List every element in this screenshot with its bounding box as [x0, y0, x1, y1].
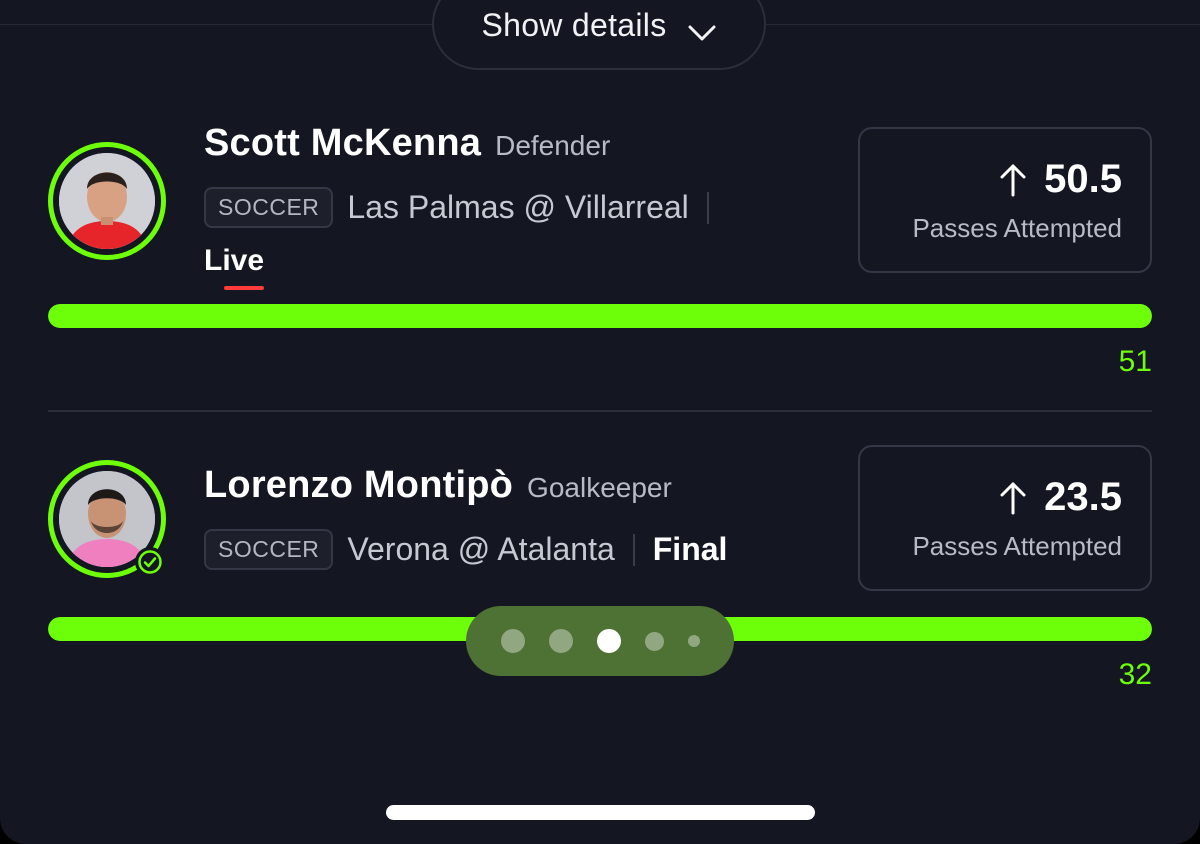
show-details-button[interactable]: Show details — [432, 0, 766, 70]
actual-value: 32 — [1118, 658, 1152, 691]
arrow-up-icon — [1000, 482, 1026, 514]
player-name-row: Scott McKenna Defender — [204, 122, 610, 165]
stat-type: Passes Attempted — [912, 531, 1122, 561]
game-matchup: Las Palmas @ Villarreal — [347, 189, 689, 225]
chevron-down-icon — [688, 25, 716, 41]
meta-separator — [706, 191, 709, 224]
line-value-row: 23.5 — [998, 475, 1122, 520]
page-dot-2[interactable] — [548, 629, 573, 653]
player-name[interactable]: Lorenzo Montipò — [204, 464, 513, 507]
player-photo — [59, 153, 155, 249]
check-circle-icon — [135, 547, 165, 577]
game-meta-row: SOCCER Verona @ Atalanta Final — [204, 529, 727, 570]
player-avatar-mckenna — [48, 142, 166, 260]
meta-separator — [632, 533, 635, 566]
player-name-row: Lorenzo Montipò Goalkeeper — [204, 464, 672, 507]
pick-line-box[interactable]: 23.5 Passes Attempted — [858, 445, 1152, 591]
show-details-label: Show details — [481, 7, 667, 43]
line-value: 50.5 — [1044, 157, 1122, 201]
progress-bar — [48, 304, 1152, 328]
game-status-live: Live — [204, 244, 265, 277]
player-position: Goalkeeper — [527, 472, 672, 503]
live-indicator — [224, 286, 264, 290]
page-dot-1[interactable] — [500, 629, 525, 653]
line-value-row: 50.5 — [998, 157, 1122, 202]
player-headshot-image — [59, 153, 155, 249]
line-value: 23.5 — [1044, 475, 1122, 519]
arrow-up-icon — [1000, 164, 1026, 196]
sport-badge: SOCCER — [204, 529, 334, 570]
progress-fill — [48, 304, 1152, 328]
game-status-final: Final — [652, 531, 728, 567]
page-dot-3[interactable] — [596, 629, 621, 653]
home-indicator[interactable] — [386, 805, 815, 820]
player-name[interactable]: Scott McKenna — [204, 122, 481, 165]
stat-type: Passes Attempted — [912, 213, 1122, 243]
game-meta-row: SOCCER Las Palmas @ Villarreal — [204, 187, 709, 228]
player-position: Defender — [495, 130, 611, 161]
page-dot-5[interactable] — [687, 635, 700, 647]
actual-value: 51 — [1118, 345, 1152, 378]
picks-card: Show details Scott McKenna Defender SOCC… — [0, 0, 1200, 844]
page-dot-4[interactable] — [644, 631, 664, 651]
player-avatar-montipo — [48, 460, 166, 578]
pick-divider — [48, 410, 1152, 412]
page-indicator[interactable] — [466, 606, 734, 676]
sport-badge: SOCCER — [204, 187, 334, 228]
game-matchup: Verona @ Atalanta — [347, 531, 615, 567]
pick-line-box[interactable]: 50.5 Passes Attempted — [858, 127, 1152, 273]
